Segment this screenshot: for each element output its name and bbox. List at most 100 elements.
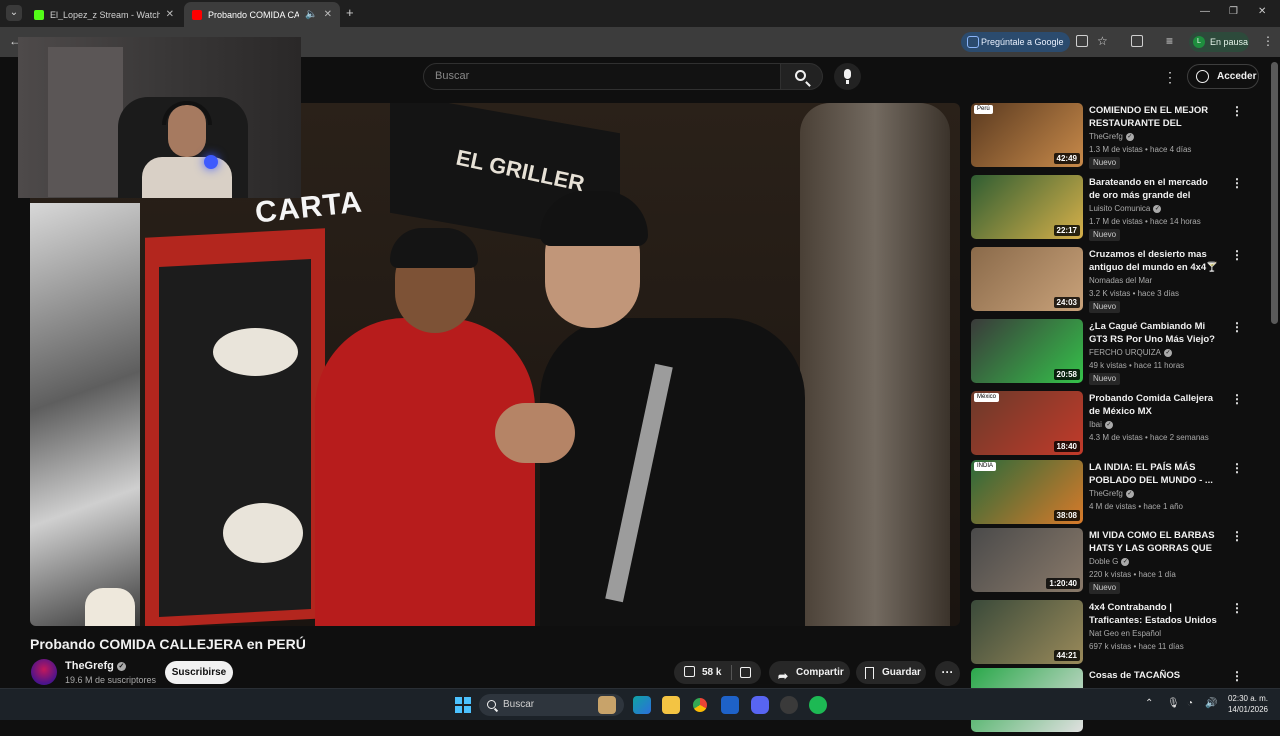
ask-google-button[interactable]: Pregúntale a Google bbox=[961, 32, 1070, 52]
maximize-button[interactable]: ❐ bbox=[1229, 6, 1238, 17]
video-options-icon[interactable]: ⋮ bbox=[1231, 248, 1243, 262]
search-button[interactable] bbox=[781, 63, 823, 90]
edge-browser-icon[interactable] bbox=[633, 696, 651, 714]
video-options-icon[interactable]: ⋮ bbox=[1231, 320, 1243, 334]
recommended-video[interactable]: INDIA 38:08 LA INDIA: EL PAÍS MÁS POBLADO … bbox=[971, 460, 1251, 528]
recommended-video-title[interactable]: Barateando en el mercado de oro más gran… bbox=[1089, 176, 1219, 202]
file-explorer-icon[interactable] bbox=[662, 696, 680, 714]
video-thumbnail[interactable]: México 18:40 bbox=[971, 391, 1083, 455]
microphone-icon bbox=[844, 69, 851, 79]
more-actions-button[interactable]: ··· bbox=[935, 661, 960, 686]
sign-in-button[interactable]: Acceder bbox=[1187, 64, 1259, 89]
page-scrollbar[interactable] bbox=[1271, 62, 1278, 324]
recommended-video-title[interactable]: LA INDIA: EL PAÍS MÁS POBLADO DEL MUNDO … bbox=[1089, 461, 1219, 487]
video-thumbnail[interactable]: 20:58 bbox=[971, 319, 1083, 383]
recommended-video-title[interactable]: MI VIDA COMO EL BARBAS HATS Y LAS GORRAS… bbox=[1089, 529, 1219, 555]
search-input[interactable]: Buscar bbox=[423, 63, 781, 90]
share-button[interactable]: ➦ Compartir bbox=[769, 661, 850, 684]
browser-menu-icon[interactable]: ⋮ bbox=[1262, 34, 1274, 48]
recommended-channel-name: Nat Geo en Español bbox=[1089, 629, 1162, 638]
browser-tab[interactable]: El_Lopez_z Stream - Watch Live ✕ bbox=[26, 2, 182, 27]
windows-start-icon[interactable] bbox=[455, 697, 471, 713]
recommended-channel[interactable]: Doble G ✓ bbox=[1089, 557, 1130, 566]
video-duration: 22:17 bbox=[1053, 225, 1080, 236]
recommended-video[interactable]: Perú 42:49 COMIENDO EN EL MEJOR RESTAURANT… bbox=[971, 103, 1251, 171]
dislike-icon[interactable] bbox=[740, 667, 751, 678]
country-badge: México bbox=[974, 393, 1000, 402]
video-options-icon[interactable]: ⋮ bbox=[1231, 601, 1243, 615]
recommended-video-meta: 49 k vistas • hace 11 horas bbox=[1089, 361, 1185, 370]
speaker-icon[interactable]: 🔈 bbox=[305, 9, 317, 20]
recommended-video[interactable]: 1:20:40 MI VIDA COMO EL BARBAS HATS Y LAS… bbox=[971, 528, 1251, 596]
country-badge: INDIA bbox=[974, 462, 997, 471]
video-frame-person-red-hoodie bbox=[315, 318, 535, 626]
video-options-icon[interactable]: ⋮ bbox=[1231, 461, 1243, 475]
spotify-icon[interactable] bbox=[809, 696, 827, 714]
recommended-video[interactable]: 24:03 Cruzamos el desierto mas antiguo de… bbox=[971, 247, 1251, 315]
cast-icon[interactable] bbox=[1076, 35, 1088, 47]
bookmark-star-icon[interactable]: ☆ bbox=[1097, 34, 1108, 48]
video-options-icon[interactable]: ⋮ bbox=[1231, 669, 1243, 683]
recommended-video[interactable]: 44:21 4x4 Contrabando | Traficantes: Esta… bbox=[971, 600, 1251, 668]
chrome-icon[interactable] bbox=[691, 696, 709, 714]
recommended-video[interactable]: 22:17 Barateando en el mercado de oro más… bbox=[971, 175, 1251, 243]
recommended-channel[interactable]: Nat Geo en Español bbox=[1089, 629, 1161, 638]
recommended-video[interactable]: México 18:40 Probando Comida Callejera de … bbox=[971, 391, 1251, 459]
video-thumbnail[interactable]: Perú 42:49 bbox=[971, 103, 1083, 167]
video-options-icon[interactable]: ⋮ bbox=[1231, 529, 1243, 543]
system-clock[interactable]: 02:30 a. m. 14/01/2026 bbox=[1224, 693, 1268, 715]
window-close-button[interactable]: ✕ bbox=[1258, 6, 1266, 17]
recommended-channel[interactable]: TheGrefg ✓ bbox=[1089, 132, 1134, 141]
recommended-channel[interactable]: TheGrefg ✓ bbox=[1089, 489, 1134, 498]
browser-tab-active[interactable]: Probando COMIDA CALLEJERA 🔈 ✕ bbox=[184, 2, 340, 27]
verified-icon: ✓ bbox=[1104, 420, 1113, 429]
mail-icon[interactable] bbox=[721, 696, 739, 714]
video-thumbnail[interactable]: 24:03 bbox=[971, 247, 1083, 311]
discord-icon[interactable] bbox=[751, 696, 769, 714]
close-icon[interactable]: ✕ bbox=[324, 9, 332, 20]
tab-search-button[interactable]: ⌄ bbox=[6, 5, 22, 21]
extensions-icon[interactable] bbox=[1131, 35, 1143, 47]
recommended-channel[interactable]: Nomadas del Mar bbox=[1089, 276, 1152, 285]
recommended-video-title[interactable]: 4x4 Contrabando | Traficantes: Estados U… bbox=[1089, 601, 1219, 627]
verified-icon: ✓ bbox=[1121, 557, 1130, 566]
wifi-icon[interactable]: ◔ bbox=[1187, 698, 1193, 709]
volume-icon[interactable]: 🔊 bbox=[1205, 698, 1217, 709]
voice-search-button[interactable] bbox=[834, 63, 861, 90]
recommended-channel[interactable]: Ibai ✓ bbox=[1089, 420, 1113, 429]
recommended-channel[interactable]: FERCHO URQUIZA ✓ bbox=[1089, 348, 1172, 357]
video-options-icon[interactable]: ⋮ bbox=[1231, 392, 1243, 406]
new-tab-button[interactable]: + bbox=[346, 5, 354, 20]
profile-button[interactable]: L En pausa bbox=[1189, 32, 1249, 52]
tray-chevron-icon[interactable]: ⌃ bbox=[1145, 698, 1153, 709]
recommended-channel[interactable]: Luisito Comunica ✓ bbox=[1089, 204, 1162, 213]
video-title: Probando COMIDA CALLEJERA en PERÚ bbox=[30, 636, 306, 652]
close-icon[interactable]: ✕ bbox=[166, 9, 174, 20]
channel-avatar[interactable] bbox=[31, 659, 57, 685]
video-thumbnail[interactable]: 1:20:40 bbox=[971, 528, 1083, 592]
video-thumbnail[interactable]: INDIA 38:08 bbox=[971, 460, 1083, 524]
youtube-favicon-icon bbox=[192, 9, 202, 20]
like-count[interactable]: 58 k bbox=[702, 661, 721, 684]
video-options-icon[interactable]: ⋮ bbox=[1231, 176, 1243, 190]
app-icon[interactable] bbox=[780, 696, 798, 714]
settings-menu-icon[interactable]: ⋮ bbox=[1163, 69, 1177, 86]
video-frame-handshake bbox=[495, 403, 575, 463]
video-options-icon[interactable]: ⋮ bbox=[1231, 104, 1243, 118]
mic-tray-icon[interactable]: 🎙 bbox=[1167, 698, 1180, 709]
video-thumbnail[interactable]: 22:17 bbox=[971, 175, 1083, 239]
recommended-video-title[interactable]: ¿La Cagué Cambiando Mi GT3 RS Por Uno Má… bbox=[1089, 320, 1219, 346]
recommended-video-title[interactable]: COMIENDO EN EL MEJOR RESTAURANTE DEL MUN… bbox=[1089, 104, 1219, 130]
recommended-video-title[interactable]: Cruzamos el desierto mas antiguo del mun… bbox=[1089, 248, 1219, 274]
media-controls-icon[interactable]: ≡ bbox=[1166, 34, 1173, 48]
widgets-icon[interactable] bbox=[598, 696, 616, 714]
recommended-video[interactable]: 20:58 ¿La Cagué Cambiando Mi GT3 RS Por U… bbox=[971, 319, 1251, 387]
channel-name[interactable]: TheGrefg ✓ bbox=[65, 660, 126, 672]
like-icon[interactable] bbox=[684, 666, 695, 677]
save-button[interactable]: Guardar bbox=[856, 661, 926, 684]
recommended-video-title[interactable]: Cosas de TACAÑOS bbox=[1089, 669, 1219, 682]
recommended-video-title[interactable]: Probando Comida Callejera de México MX bbox=[1089, 392, 1219, 418]
minimize-button[interactable]: — bbox=[1200, 6, 1210, 17]
subscribe-button[interactable]: Suscribirse bbox=[165, 661, 233, 684]
video-thumbnail[interactable]: 44:21 bbox=[971, 600, 1083, 664]
